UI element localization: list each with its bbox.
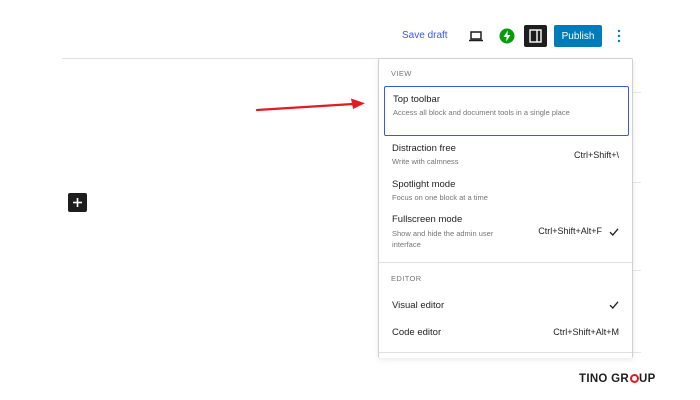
menu-item-description: Access all block and document tools in a… (393, 108, 570, 117)
menu-item-title: Top toolbar (393, 94, 441, 105)
sidebar-edge-line (633, 92, 641, 93)
preview-button[interactable] (466, 26, 486, 46)
menu-divider (379, 352, 632, 353)
view-group-label: VIEW (391, 69, 412, 78)
plus-icon (73, 198, 82, 207)
header-divider (62, 58, 382, 59)
menu-item-description: Focus on one block at a time (392, 193, 488, 202)
options-button[interactable] (613, 27, 625, 45)
menu-item-top-toolbar[interactable]: Top toolbar Access all block and documen… (384, 86, 629, 136)
menu-item-title: Spotlight mode (392, 179, 456, 190)
menu-item-title: Distraction free (392, 143, 456, 154)
options-dropdown-menu: VIEW Top toolbar Access all block and do… (378, 58, 633, 358)
menu-item-shortcut: Ctrl+Shift+Alt+M (553, 327, 619, 337)
menu-item-spotlight-mode[interactable]: Spotlight mode Focus on one block at a t… (384, 177, 629, 207)
sidebar-edge-line (633, 352, 641, 353)
menu-item-shortcut: Ctrl+Shift+Alt+F (538, 226, 602, 236)
save-draft-button[interactable]: Save draft (402, 30, 448, 41)
publish-button[interactable]: Publish (554, 25, 602, 47)
menu-item-distraction-free[interactable]: Distraction free Write with calmness Ctr… (384, 141, 629, 171)
more-vertical-icon (617, 29, 621, 43)
editor-group-label: EDITOR (391, 274, 422, 283)
check-icon (609, 301, 619, 309)
jetpack-button[interactable] (497, 26, 517, 46)
menu-item-shortcut: Ctrl+Shift+\ (573, 150, 619, 160)
laptop-icon (469, 31, 483, 42)
sidebar-edge-line (633, 182, 641, 183)
menu-item-visual-editor[interactable]: Visual editor (384, 295, 629, 317)
settings-button[interactable] (524, 25, 547, 47)
tinogroup-logo: TINO GR UP (579, 373, 656, 385)
block-inserter-button[interactable] (68, 193, 87, 212)
menu-item-fullscreen-mode[interactable]: Fullscreen mode Show and hide the admin … (384, 212, 629, 254)
menu-item-title: Code editor (392, 327, 442, 338)
sidebar-panel-icon (529, 29, 542, 43)
menu-item-title: Visual editor (392, 300, 445, 311)
menu-item-description: Write with calmness (392, 157, 459, 166)
menu-divider (379, 262, 632, 263)
jetpack-icon (499, 28, 515, 44)
sidebar-edge-line (633, 270, 641, 271)
check-icon (609, 228, 619, 236)
menu-item-description: Show and hide the admin user interface (392, 229, 494, 249)
annotation-arrow (255, 98, 365, 112)
menu-item-title: Fullscreen mode (392, 214, 463, 225)
menu-item-code-editor[interactable]: Code editor Ctrl+Shift+Alt+M (384, 322, 629, 344)
